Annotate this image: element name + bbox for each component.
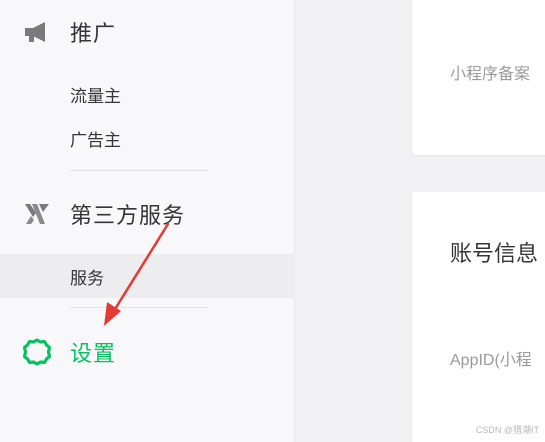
filing-card: 小程序备案 (412, 0, 545, 155)
sidebar-divider (70, 307, 208, 308)
sidebar-group-settings[interactable]: 设置 (22, 334, 116, 370)
sidebar-item-label: 广告主 (70, 130, 121, 150)
appid-label: AppID(小程 (450, 352, 532, 369)
sidebar-group-label: 第三方服务 (70, 203, 186, 228)
filing-label: 小程序备案 (450, 66, 531, 83)
sidebar: 推广 流量主 广告主 第三方服务 服务 设置 (0, 0, 295, 442)
sidebar-group-third-party[interactable]: 第三方服务 (22, 196, 185, 232)
sidebar-item-label: 流量主 (70, 86, 121, 106)
account-info-card: 账号信息 AppID(小程 (412, 192, 545, 442)
gear-icon (22, 337, 52, 367)
app-root: 推广 流量主 广告主 第三方服务 服务 设置 小程序备案 账号信息 AppID(… (0, 0, 545, 442)
sidebar-item-traffic-owner[interactable]: 流量主 (0, 72, 295, 116)
main-content: 小程序备案 账号信息 AppID(小程 CSDN @猎潮IT (296, 0, 545, 442)
megaphone-icon (22, 17, 52, 47)
sidebar-item-services[interactable]: 服务 (0, 254, 295, 298)
sidebar-group-promotion[interactable]: 推广 (22, 14, 116, 50)
account-info-title: 账号信息 (450, 241, 539, 266)
sidebar-group-label: 设置 (70, 341, 117, 366)
sidebar-item-advertiser[interactable]: 广告主 (0, 116, 295, 160)
third-party-logo-icon (22, 199, 52, 229)
sidebar-divider (70, 170, 208, 171)
watermark: CSDN @猎潮IT (475, 425, 539, 435)
sidebar-group-label: 推广 (70, 21, 117, 46)
sidebar-item-label: 服务 (70, 268, 104, 288)
